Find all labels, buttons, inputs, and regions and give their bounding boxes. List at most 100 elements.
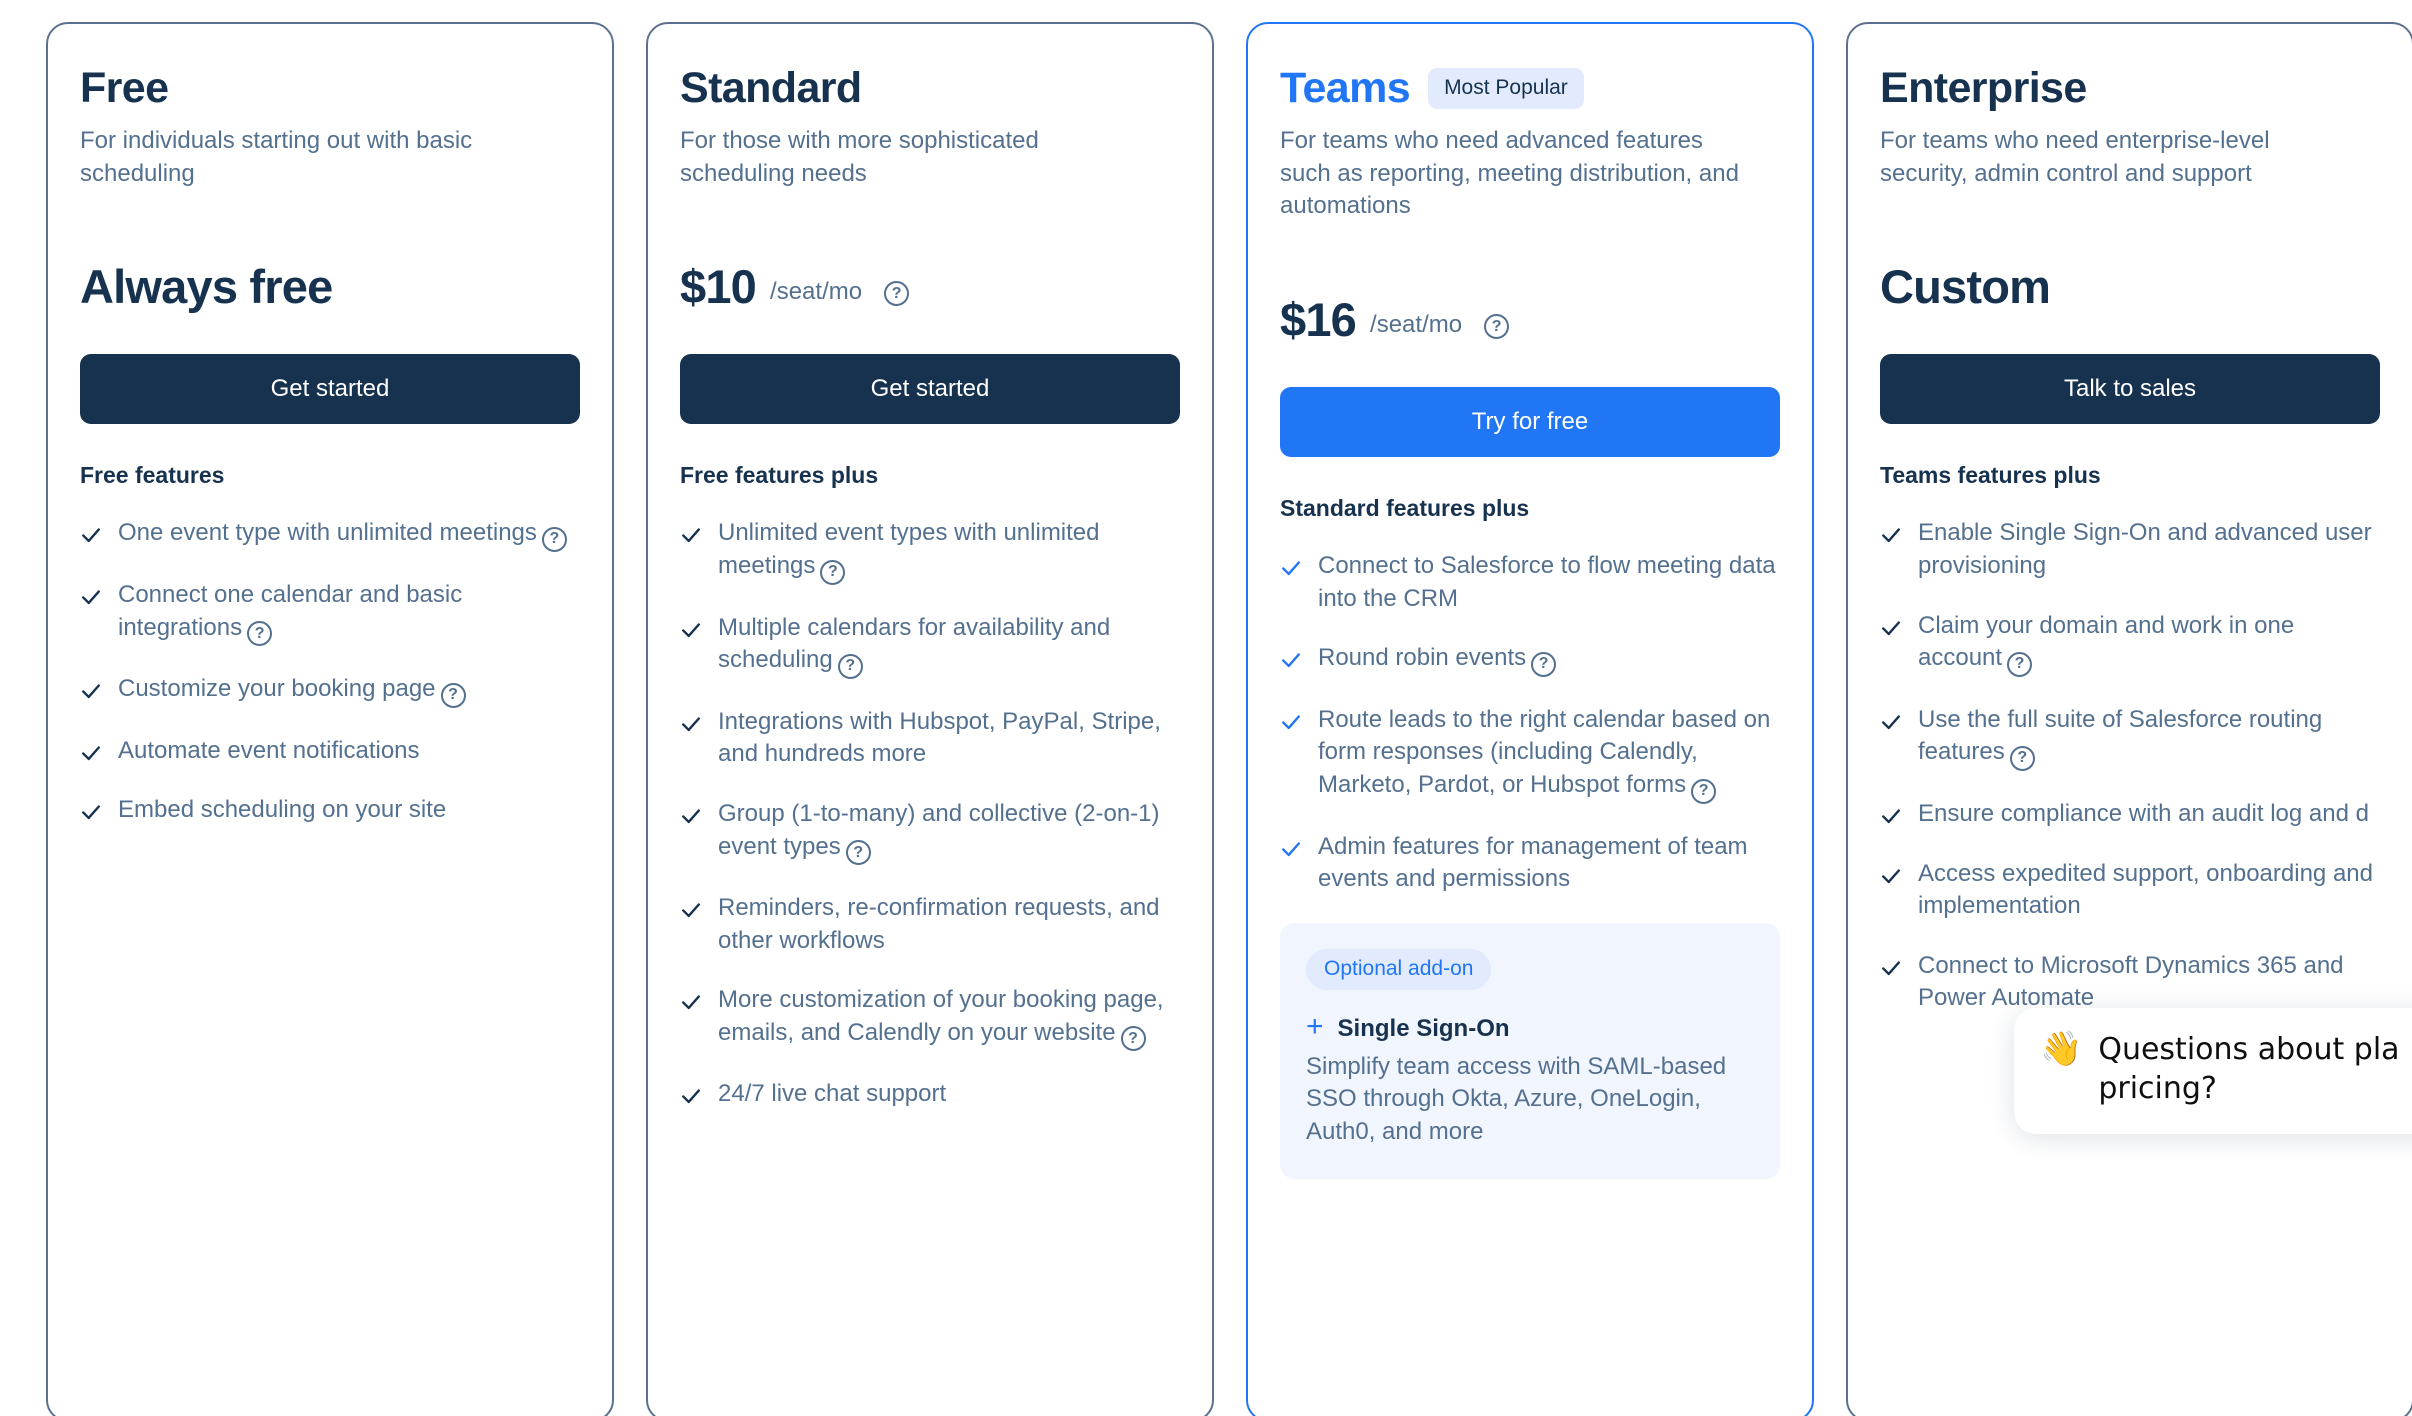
feature-item: Ensure compliance with an audit log and …	[1880, 798, 2380, 831]
check-icon	[680, 805, 702, 827]
plan-price-row: Always free	[80, 250, 580, 310]
pricing-card-free: Free For individuals starting out with ba…	[46, 22, 614, 1416]
feature-label: Claim your domain and work in one accoun…	[1918, 610, 2380, 677]
plan-name: Free	[80, 64, 169, 112]
feature-list: Connect to Salesforce to flow meeting da…	[1280, 550, 1780, 896]
feature-item: One event type with unlimited meetings?	[80, 517, 580, 552]
help-circle-icon[interactable]: ?	[1531, 651, 1557, 677]
feature-label: Access expedited support, onboarding and…	[1918, 858, 2380, 923]
chat-widget-message: Questions about pla pricing?	[2098, 1032, 2400, 1106]
feature-label: Reminders, re-confirmation requests, and…	[718, 892, 1180, 957]
feature-text: 24/7 live chat support	[718, 1080, 947, 1108]
feature-text: Customize your booking page	[118, 675, 436, 703]
feature-text: Connect to Microsoft Dynamics 365 and Po…	[1918, 951, 2344, 1012]
help-circle-icon[interactable]: ?	[1691, 778, 1717, 804]
feature-item: Multiple calendars for availability and …	[680, 612, 1180, 679]
help-circle-icon[interactable]: ?	[2009, 745, 2035, 771]
help-circle-icon[interactable]: ?	[1120, 1026, 1146, 1052]
features-heading: Standard features plus	[1280, 495, 1530, 522]
check-icon	[80, 586, 102, 608]
feature-label: Admin features for management of team ev…	[1318, 831, 1780, 896]
chat-widget[interactable]: 👋 Questions about pla pricing?	[2014, 1008, 2412, 1134]
feature-label: Round robin events?	[1318, 642, 1780, 677]
plan-name-row: Teams Most Popular	[1280, 65, 1780, 111]
pricing-card-list: Free For individuals starting out with ba…	[0, 22, 2412, 1416]
pricing-card-standard: Standard For those with more sophisticate…	[646, 22, 1214, 1416]
feature-label: Route leads to the right calendar based …	[1318, 704, 1780, 804]
check-icon	[1880, 524, 1902, 546]
features-heading: Free features	[80, 462, 225, 489]
plan-price-unit: /seat/mo	[770, 278, 863, 306]
feature-label: Use the full suite of Salesforce routing…	[1918, 704, 2380, 771]
feature-text: Admin features for management of team ev…	[1318, 832, 1748, 893]
plan-description: For teams who need advanced features suc…	[1280, 127, 1739, 220]
help-circle-icon[interactable]: ?	[2007, 651, 2033, 677]
feature-item: Reminders, re-confirmation requests, and…	[680, 892, 1180, 957]
plan-name-row: Free	[80, 64, 580, 112]
check-icon	[1280, 649, 1302, 671]
plan-cta-button[interactable]: Get started	[80, 354, 580, 425]
check-icon	[680, 1085, 702, 1107]
optional-addon-badge: Optional add-on	[1306, 948, 1492, 990]
feature-text: Access expedited support, onboarding and…	[1918, 859, 2373, 920]
feature-text: Unlimited event types with unlimited mee…	[718, 519, 1100, 580]
addon-title: Single Sign-On	[1337, 1014, 1510, 1042]
feature-text: One event type with unlimited meetings	[118, 519, 537, 547]
feature-item: Automate event notifications	[80, 735, 580, 768]
feature-text: Enable Single Sign-On and advanced user …	[1918, 519, 2372, 580]
addon-title-row: + Single Sign-On	[1306, 1011, 1754, 1043]
check-icon	[80, 680, 102, 702]
plus-icon[interactable]: +	[1306, 1011, 1324, 1042]
plan-price: $10	[680, 260, 757, 314]
feature-item: Round robin events?	[1280, 642, 1780, 677]
check-icon	[1280, 711, 1302, 733]
feature-text: Embed scheduling on your site	[118, 796, 447, 824]
plan-description: For teams who need enterprise-level secu…	[1880, 127, 2270, 187]
plan-price-row: $16/seat/mo?	[1280, 283, 1780, 343]
feature-text: Round robin events	[1318, 644, 1527, 672]
plan-price-row: Custom	[1880, 250, 2380, 310]
check-icon	[680, 619, 702, 641]
help-circle-icon[interactable]: ?	[1484, 314, 1510, 340]
feature-item: Integrations with Hubspot, PayPal, Strip…	[680, 706, 1180, 771]
feature-item: Group (1-to-many) and collective (2-on-1…	[680, 798, 1180, 866]
help-circle-icon[interactable]: ?	[837, 653, 863, 679]
check-icon	[1880, 957, 1902, 979]
feature-label: Enable Single Sign-On and advanced user …	[1918, 517, 2380, 582]
feature-label: Group (1-to-many) and collective (2-on-1…	[718, 798, 1180, 866]
help-circle-icon[interactable]: ?	[820, 559, 846, 585]
help-circle-icon[interactable]: ?	[440, 682, 466, 708]
waving-hand-emoji: 👋	[2040, 1030, 2083, 1068]
feature-text: More customization of your booking page,…	[718, 986, 1164, 1046]
help-circle-icon[interactable]: ?	[541, 526, 567, 552]
optional-addon-panel: Optional add-on + Single Sign-On Simplify t…	[1280, 922, 1780, 1179]
help-circle-icon[interactable]: ?	[884, 281, 910, 307]
feature-item: Admin features for management of team ev…	[1280, 831, 1780, 896]
feature-label: One event type with unlimited meetings?	[118, 517, 580, 552]
feature-text: Connect to Salesforce to flow meeting da…	[1318, 552, 1776, 612]
help-circle-icon[interactable]: ?	[247, 621, 273, 647]
feature-item: Connect to Microsoft Dynamics 365 and Po…	[1880, 950, 2380, 1015]
check-icon	[680, 899, 702, 921]
help-circle-icon[interactable]: ?	[845, 840, 871, 866]
feature-item: Use the full suite of Salesforce routing…	[1880, 704, 2380, 771]
feature-label: Connect to Salesforce to flow meeting da…	[1318, 550, 1780, 615]
pricing-page: Free For individuals starting out with ba…	[0, 0, 2412, 1416]
check-icon	[1280, 557, 1302, 579]
feature-label: Multiple calendars for availability and …	[718, 612, 1180, 679]
feature-item: Unlimited event types with unlimited mee…	[680, 517, 1180, 585]
check-icon	[80, 742, 102, 764]
feature-item: Access expedited support, onboarding and…	[1880, 858, 2380, 923]
plan-cta-button[interactable]: Try for free	[1280, 387, 1780, 458]
plan-cta-button[interactable]: Get started	[680, 354, 1180, 425]
check-icon	[1280, 838, 1302, 860]
plan-price-row: $10/seat/mo?	[680, 250, 1180, 310]
check-icon	[1880, 711, 1902, 733]
plan-name-row: Standard	[680, 65, 1180, 111]
feature-text: Use the full suite of Salesforce routing…	[1918, 705, 2323, 766]
plan-cta-button[interactable]: Talk to sales	[1880, 354, 2380, 425]
feature-label: Ensure compliance with an audit log and …	[1918, 798, 2380, 831]
feature-list: Enable Single Sign-On and advanced user …	[1880, 517, 2380, 1015]
feature-label: Automate event notifications	[118, 735, 580, 768]
addon-description: Simplify team access with SAML-based SSO…	[1306, 1052, 1727, 1146]
